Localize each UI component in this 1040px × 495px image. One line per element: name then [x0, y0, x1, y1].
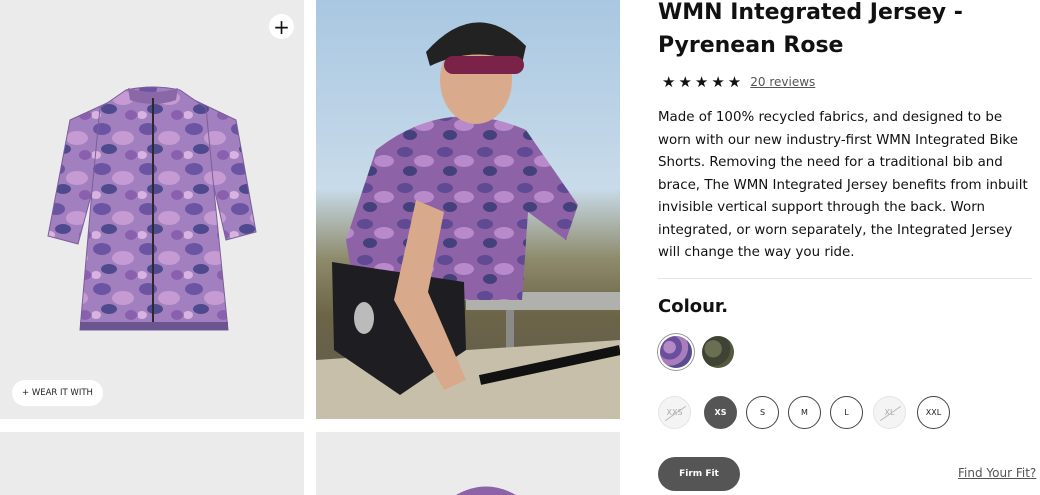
find-your-fit-link[interactable]: Find Your Fit?	[958, 466, 1036, 480]
reviews-link[interactable]: 20 reviews	[750, 75, 815, 89]
colour-swatch-olive[interactable]	[702, 336, 734, 368]
size-option-l[interactable]: L	[830, 396, 863, 429]
size-option-s[interactable]: S	[746, 396, 779, 429]
size-option-xs[interactable]: XS	[704, 396, 737, 429]
product-image-jersey[interactable]: + + WEAR IT WITH	[0, 0, 304, 419]
product-rating: ★★★★★ 20 reviews	[662, 73, 815, 91]
size-option-xxs[interactable]: XXS	[658, 396, 691, 429]
rider-photo	[316, 22, 620, 419]
size-option-m[interactable]: M	[788, 396, 821, 429]
size-option-xl[interactable]: XL	[873, 396, 906, 429]
product-description: Made of 100% recycled fabrics, and desig…	[658, 110, 1028, 260]
size-option-xxl[interactable]: XXL	[917, 396, 950, 429]
jersey-thumbnail-partial	[456, 486, 516, 495]
product-image-rider[interactable]	[316, 0, 620, 419]
plus-icon: +	[273, 14, 290, 39]
product-title: WMN Integrated Jersey - Pyrenean Rose	[658, 0, 963, 58]
expand-image-button[interactable]: +	[269, 14, 294, 39]
product-image-4[interactable]	[316, 432, 620, 495]
colour-swatch-purple[interactable]	[660, 336, 692, 368]
firm-fit-button[interactable]: Firm Fit	[658, 457, 740, 491]
star-rating-icon: ★★★★★	[662, 73, 745, 91]
wear-it-with-button[interactable]: + WEAR IT WITH	[12, 380, 103, 406]
colour-heading: Colour.	[658, 296, 729, 317]
divider	[658, 278, 1032, 279]
product-image-3[interactable]	[0, 432, 304, 495]
jersey-illustration	[47, 86, 257, 331]
